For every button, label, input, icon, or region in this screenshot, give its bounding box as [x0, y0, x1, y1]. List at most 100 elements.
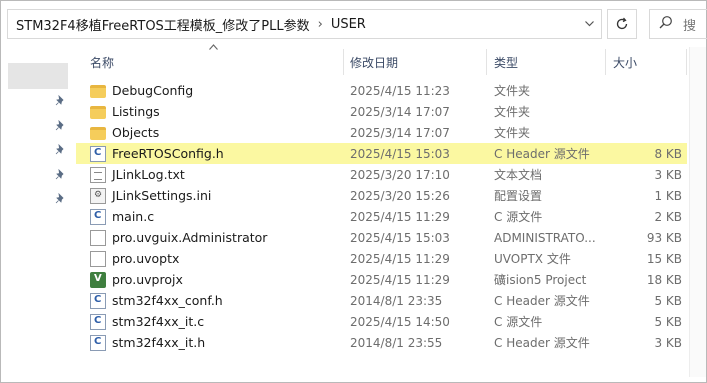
file-name: main.c [112, 209, 155, 224]
file-row[interactable]: DebugConfig 2025/4/15 11:23 文件夹 [76, 80, 687, 101]
c-source-icon [90, 145, 106, 162]
file-date: 2025/4/15 11:29 [350, 209, 450, 224]
file-name: FreeRTOSConfig.h [112, 146, 224, 161]
column-divider[interactable] [343, 49, 344, 75]
file-size [612, 101, 682, 122]
file-type: ADMINISTRATO... [494, 230, 596, 245]
file-name-cell[interactable]: JLinkSettings.ini [90, 185, 350, 206]
column-type[interactable]: 类型 [494, 47, 604, 77]
settings-file-icon [90, 187, 106, 204]
file-size: 5 KB [654, 293, 682, 308]
address-bar[interactable]: STM32F4移植FreeRTOS工程模板_修改了PLL参数 › USER [7, 9, 602, 39]
navigation-pane[interactable] [2, 47, 68, 377]
c-source-icon [90, 313, 106, 330]
file-name: Listings [112, 104, 160, 119]
pin-icon[interactable] [54, 143, 66, 155]
file-type: 文件夹 [494, 105, 531, 119]
folder-icon [90, 127, 106, 140]
text-file-icon [90, 166, 106, 183]
file-date: 2025/3/14 17:07 [350, 125, 450, 140]
nav-selected-item[interactable] [8, 63, 68, 89]
file-size: 1 KB [654, 188, 682, 203]
file-name-cell[interactable]: Listings [90, 101, 350, 122]
file-type: C 源文件 [494, 210, 543, 224]
breadcrumb-parent[interactable]: STM32F4移植FreeRTOS工程模板_修改了PLL参数 [8, 10, 310, 38]
file-date: 2014/8/1 23:55 [350, 335, 443, 350]
file-date: 2025/4/15 14:50 [350, 314, 450, 329]
file-name: stm32f4xx_it.c [112, 314, 205, 329]
file-name: pro.uvguix.Administrator [112, 230, 268, 245]
c-source-icon [90, 292, 106, 309]
column-header: 名称 修改日期 类型 大小 [75, 44, 687, 77]
file-date: 2025/4/15 11:29 [350, 251, 450, 266]
file-row[interactable]: stm32f4xx_it.c 2025/4/15 14:50 C 源文件 5 KB [76, 311, 687, 332]
file-name-cell[interactable]: stm32f4xx_conf.h [90, 290, 350, 311]
file-name: DebugConfig [112, 83, 194, 98]
file-name-cell[interactable]: pro.uvprojx [90, 269, 350, 290]
file-row[interactable]: main.c 2025/4/15 11:29 C 源文件 2 KB [76, 206, 687, 227]
file-date: 2025/4/15 15:03 [350, 146, 450, 161]
breadcrumb-current[interactable]: USER [331, 10, 366, 38]
file-type: C Header 源文件 [494, 147, 590, 161]
file-name-cell[interactable]: main.c [90, 206, 350, 227]
column-size[interactable]: 大小 [613, 47, 683, 77]
file-name: stm32f4xx_conf.h [112, 293, 223, 308]
file-type: UVOPTX 文件 [494, 252, 571, 266]
explorer-window: STM32F4移植FreeRTOS工程模板_修改了PLL参数 › USER 搜 [0, 0, 707, 383]
file-size [612, 122, 682, 143]
address-toolbar: STM32F4移植FreeRTOS工程模板_修改了PLL参数 › USER 搜 [1, 1, 707, 47]
file-size: 18 KB [646, 272, 682, 287]
file-row[interactable]: FreeRTOSConfig.h 2025/4/15 15:03 C Header … [76, 143, 687, 164]
refresh-icon[interactable] [607, 9, 637, 39]
file-size [612, 80, 682, 101]
file-name-cell[interactable]: pro.uvoptx [90, 248, 350, 269]
column-divider[interactable] [486, 49, 487, 75]
folder-icon [90, 85, 106, 98]
column-name[interactable]: 名称 [90, 47, 345, 77]
file-name-cell[interactable]: JLinkLog.txt [90, 164, 350, 185]
search-icon [659, 15, 673, 33]
pin-icon[interactable] [54, 192, 66, 204]
column-divider[interactable] [605, 49, 606, 75]
file-name: pro.uvprojx [112, 272, 183, 287]
column-date[interactable]: 修改日期 [350, 47, 490, 77]
file-row[interactable]: Objects 2025/3/14 17:07 文件夹 [76, 122, 687, 143]
file-row[interactable]: Listings 2025/3/14 17:07 文件夹 [76, 101, 687, 122]
file-name-cell[interactable]: FreeRTOSConfig.h [90, 143, 350, 164]
pin-icon[interactable] [54, 119, 66, 131]
c-source-icon [90, 334, 106, 351]
file-type: 配置设置 [494, 189, 543, 203]
chevron-down-icon[interactable] [577, 10, 601, 38]
search-input[interactable]: 搜 [649, 9, 707, 39]
file-date: 2025/4/15 11:23 [350, 83, 450, 98]
file-name: pro.uvoptx [112, 251, 180, 266]
file-type: C 源文件 [494, 315, 543, 329]
pin-icon[interactable] [54, 168, 66, 180]
file-row[interactable]: pro.uvguix.Administrator 2025/4/15 15:03 A… [76, 227, 687, 248]
file-name-cell[interactable]: stm32f4xx_it.h [90, 332, 350, 353]
file-row[interactable]: stm32f4xx_it.h 2014/8/1 23:55 C Header 源文件… [76, 332, 687, 353]
file-row[interactable]: JLinkLog.txt 2025/3/20 17:10 文本文档 3 KB [76, 164, 687, 185]
file-row[interactable]: JLinkSettings.ini 2025/3/20 15:26 配置设置 1 KB [76, 185, 687, 206]
file-type: 文件夹 [494, 84, 531, 98]
pin-icon[interactable] [54, 94, 66, 106]
file-name-cell[interactable]: stm32f4xx_it.c [90, 311, 350, 332]
file-type: C Header 源文件 [494, 294, 590, 308]
file-name-cell[interactable]: DebugConfig [90, 80, 350, 101]
breadcrumb-separator[interactable]: › [310, 17, 331, 32]
file-size: 15 KB [646, 251, 682, 266]
file-size: 8 KB [654, 146, 682, 161]
vertical-scrollbar[interactable] [689, 47, 706, 377]
file-date: 2025/3/14 17:07 [350, 104, 450, 119]
column-divider[interactable] [686, 49, 687, 75]
file-name-cell[interactable]: pro.uvguix.Administrator [90, 227, 350, 248]
file-row[interactable]: pro.uvprojx 2025/4/15 11:29 礦ision5 Projec… [76, 269, 687, 290]
file-name: JLinkSettings.ini [112, 188, 212, 203]
file-size: 2 KB [654, 209, 682, 224]
file-type: 文本文档 [494, 168, 543, 182]
file-name-cell[interactable]: Objects [90, 122, 350, 143]
file-type: 礦ision5 Project [494, 273, 587, 287]
file-row[interactable]: pro.uvoptx 2025/4/15 11:29 UVOPTX 文件 15 KB [76, 248, 687, 269]
file-size: 3 KB [654, 335, 682, 350]
file-row[interactable]: stm32f4xx_conf.h 2014/8/1 23:35 C Header 源… [76, 290, 687, 311]
